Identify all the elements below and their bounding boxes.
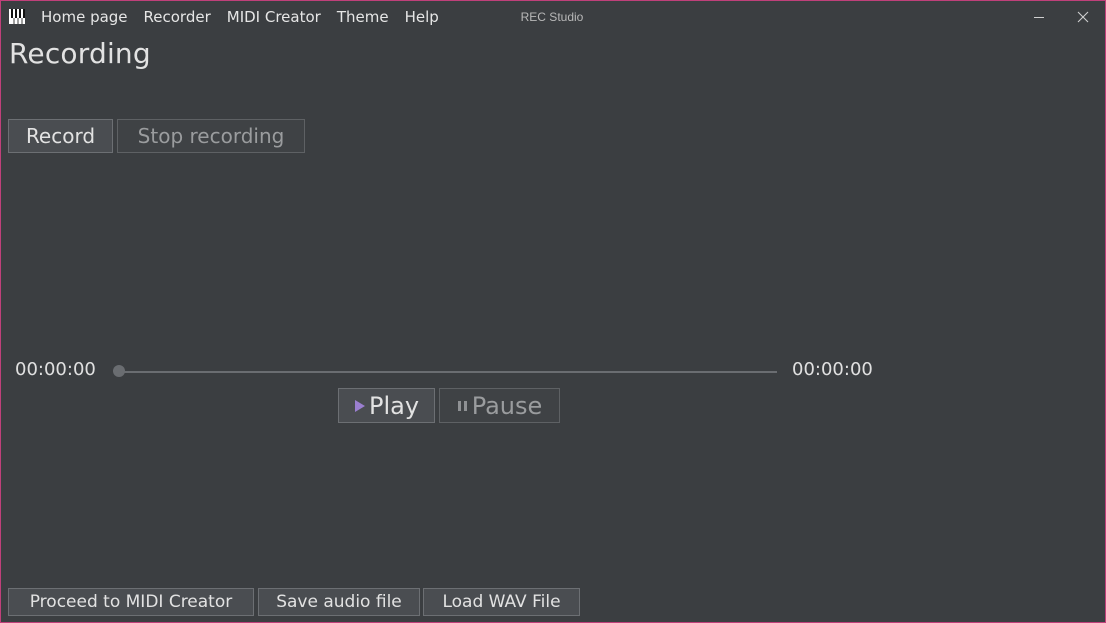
current-time: 00:00:00: [15, 359, 96, 380]
app-window: Home page Recorder MIDI Creator Theme He…: [0, 0, 1106, 623]
proceed-to-midi-creator-button[interactable]: Proceed to MIDI Creator: [8, 588, 254, 616]
seek-slider-track[interactable]: [119, 371, 777, 373]
total-time: 00:00:00: [792, 359, 873, 380]
menu-bar: Home page Recorder MIDI Creator Theme He…: [33, 1, 447, 33]
piano-keys-icon: [9, 9, 25, 24]
play-button[interactable]: Play: [338, 388, 435, 423]
close-button[interactable]: [1061, 1, 1105, 33]
pause-icon: [457, 399, 469, 413]
window-title: REC Studio: [520, 10, 584, 24]
record-button[interactable]: Record: [8, 119, 113, 153]
seek-slider-handle[interactable]: [113, 365, 125, 377]
title-bar: Home page Recorder MIDI Creator Theme He…: [1, 1, 1105, 33]
stop-recording-button[interactable]: Stop recording: [117, 119, 305, 153]
menu-item-home-page[interactable]: Home page: [33, 1, 136, 33]
menu-item-theme[interactable]: Theme: [329, 1, 397, 33]
play-icon: [354, 399, 366, 413]
close-icon: [1077, 11, 1089, 23]
play-label: Play: [368, 391, 420, 420]
menu-item-midi-creator[interactable]: MIDI Creator: [219, 1, 329, 33]
menu-item-recorder[interactable]: Recorder: [136, 1, 219, 33]
menu-item-help[interactable]: Help: [397, 1, 447, 33]
save-audio-file-button[interactable]: Save audio file: [258, 588, 420, 616]
load-wav-file-button[interactable]: Load WAV File: [423, 588, 580, 616]
page-title: Recording: [9, 37, 151, 70]
minimize-button[interactable]: [1017, 1, 1061, 33]
pause-label: Pause: [471, 391, 543, 420]
pause-button[interactable]: Pause: [439, 388, 560, 423]
minimize-icon: [1034, 17, 1044, 18]
